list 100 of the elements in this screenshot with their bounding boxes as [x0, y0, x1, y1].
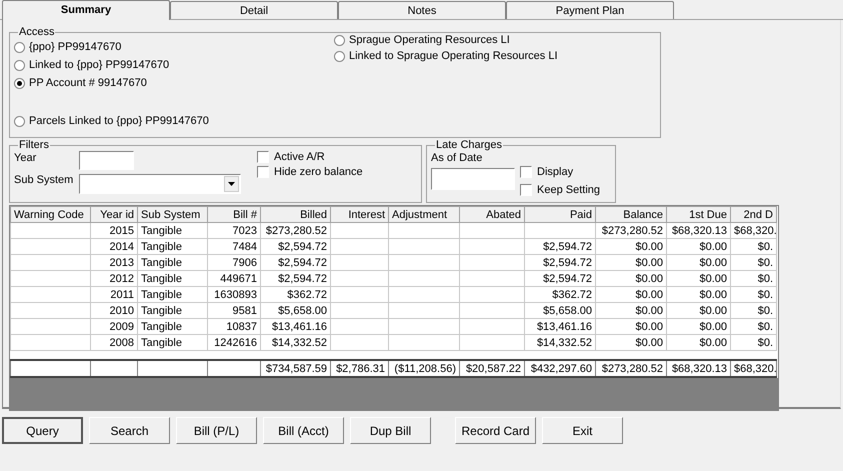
table-cell: $2,594.72	[260, 270, 330, 286]
table-cell	[330, 222, 388, 238]
table-cell: 1242616	[208, 334, 260, 350]
checkbox[interactable]	[520, 184, 532, 196]
radio-label: Parcels Linked to {ppo} PP99147670	[29, 115, 209, 127]
table-cell: 2015	[90, 222, 138, 238]
table-cell	[460, 254, 524, 270]
checkbox[interactable]	[520, 166, 532, 178]
table-cell: $2,594.72	[260, 254, 330, 270]
radio-label: Linked to {ppo} PP99147670	[29, 59, 170, 71]
table-cell: $0.	[730, 302, 776, 318]
table-cell: $0.	[730, 318, 776, 334]
column-header[interactable]: Warning Code	[10, 206, 90, 222]
table-cell: $0.00	[666, 238, 730, 254]
group-title: Access	[18, 26, 56, 38]
tab[interactable]: Detail	[170, 1, 338, 19]
table-cell: $0.00	[666, 270, 730, 286]
table-cell: $2,594.72	[524, 238, 596, 254]
table-cell: 2013	[90, 254, 138, 270]
tab[interactable]: Payment Plan	[506, 1, 674, 19]
radio-label: Sprague Operating Resources LI	[349, 34, 510, 46]
table-cell	[330, 318, 388, 334]
checkbox-label: Display	[537, 166, 574, 178]
column-header[interactable]: Bill #	[208, 206, 260, 222]
table-cell: $68,320.13	[666, 222, 730, 238]
column-header[interactable]: Paid	[524, 206, 596, 222]
table-cell: $0.00	[596, 318, 666, 334]
table-cell	[330, 286, 388, 302]
table-cell: $0.00	[666, 334, 730, 350]
column-header[interactable]: Sub System	[138, 206, 208, 222]
table-cell: 2010	[90, 302, 138, 318]
table-cell: $13,461.16	[524, 318, 596, 334]
table-cell	[388, 286, 460, 302]
table-cell: $273,280.52	[260, 222, 330, 238]
checkbox-label: Active A/R	[274, 151, 325, 163]
sub-system-dropdown[interactable]	[79, 174, 241, 194]
checkbox[interactable]	[257, 166, 269, 178]
radio-label: Linked to Sprague Operating Resources LI	[349, 50, 558, 62]
table-cell	[388, 254, 460, 270]
radio-button[interactable]	[14, 42, 25, 52]
action-button[interactable]: Record Card	[455, 417, 536, 444]
table-cell: 10837	[208, 318, 260, 334]
table-cell	[460, 302, 524, 318]
table-cell: $0.	[730, 334, 776, 350]
tab[interactable]: Summary	[2, 0, 170, 20]
action-button[interactable]: Query	[2, 417, 83, 444]
action-button[interactable]: Bill (P/L)	[176, 417, 257, 444]
radio-button[interactable]	[14, 116, 25, 126]
radio-button[interactable]	[334, 50, 345, 62]
table-cell: Tangible	[138, 334, 208, 350]
table-cell	[460, 222, 524, 238]
table-cell: Tangible	[138, 286, 208, 302]
radio-label: {ppo} PP99147670	[29, 41, 122, 53]
table-cell	[388, 302, 460, 318]
column-header[interactable]: Year id	[90, 206, 138, 222]
table-cell	[330, 238, 388, 254]
table-cell: Tangible	[138, 302, 208, 318]
column-header[interactable]: 2nd D	[730, 206, 776, 222]
table-cell: $2,594.72	[260, 238, 330, 254]
table-cell: 2014	[90, 238, 138, 254]
radio-button[interactable]	[334, 34, 345, 46]
table-cell	[388, 270, 460, 286]
radio-label: PP Account # 99147670	[29, 77, 147, 89]
radio-button[interactable]	[14, 60, 25, 70]
table-cell: $14,332.52	[524, 334, 596, 350]
table-cell: $0.00	[666, 302, 730, 318]
table-cell: $0.	[730, 254, 776, 270]
table-cell	[460, 238, 524, 254]
table-cell	[460, 270, 524, 286]
column-header[interactable]: Balance	[596, 206, 666, 222]
table-cell	[330, 270, 388, 286]
table-cell	[460, 286, 524, 302]
column-header[interactable]: Adjustment	[388, 206, 460, 222]
table-cell: $2,594.72	[524, 254, 596, 270]
column-header[interactable]: Interest	[330, 206, 388, 222]
table-cell: $5,658.00	[524, 302, 596, 318]
table-cell	[460, 318, 524, 334]
total-cell: $432,297.60	[524, 360, 596, 377]
total-cell: ($11,208.56)	[388, 360, 460, 377]
checkbox-label: Keep Setting	[537, 184, 600, 196]
table-cell: $14,332.52	[260, 334, 330, 350]
action-button[interactable]: Search	[89, 417, 170, 444]
table-cell: Tangible	[138, 238, 208, 254]
checkbox[interactable]	[257, 151, 269, 163]
tab[interactable]: Notes	[338, 1, 506, 19]
year-field[interactable]	[79, 151, 134, 170]
table-cell: $13,461.16	[260, 318, 330, 334]
column-header[interactable]: 1st Due	[666, 206, 730, 222]
field-label: Year	[14, 152, 38, 164]
radio-button[interactable]	[14, 78, 25, 88]
action-button[interactable]: Bill (Acct)	[263, 417, 344, 444]
column-header[interactable]: Abated	[460, 206, 524, 222]
action-button[interactable]: Dup Bill	[350, 417, 431, 444]
table-cell: $2,594.72	[524, 270, 596, 286]
action-button[interactable]: Exit	[542, 417, 623, 444]
total-cell	[138, 360, 208, 377]
date-field[interactable]	[431, 168, 515, 190]
column-header[interactable]: Billed	[260, 206, 330, 222]
field-label: Sub System	[14, 174, 74, 186]
table-cell: 7906	[208, 254, 260, 270]
